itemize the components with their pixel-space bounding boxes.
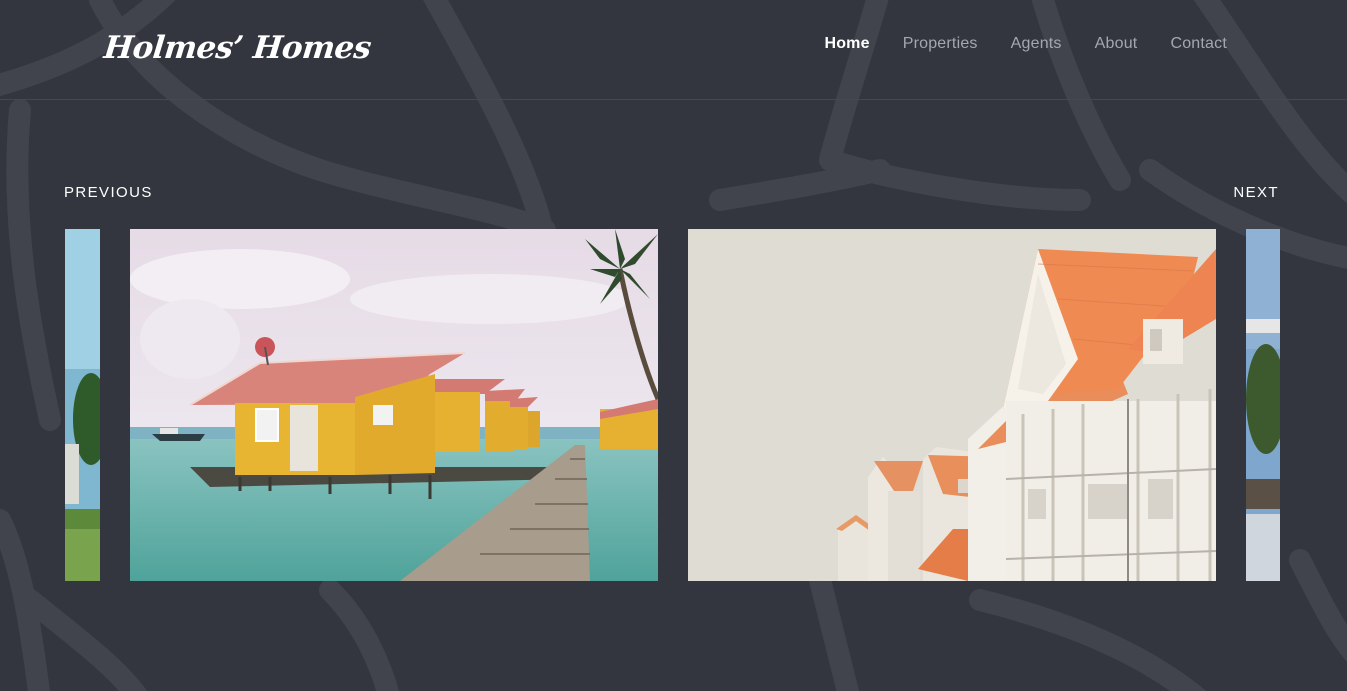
slide-townhouses[interactable] — [688, 229, 1216, 581]
next-button[interactable]: NEXT — [1233, 184, 1279, 201]
slide-partial-right-image — [1246, 229, 1280, 581]
slide-partial-right[interactable] — [1246, 229, 1280, 581]
stilt-houses-image — [130, 229, 658, 581]
slide-partial-left[interactable] — [65, 229, 100, 581]
logo[interactable]: Holmes’ Homes — [102, 30, 373, 66]
nav-about[interactable]: About — [1095, 35, 1138, 53]
townhouses-image — [688, 229, 1216, 581]
main-nav: Home Properties Agents About Contact — [824, 35, 1227, 53]
slide-partial-left-image — [65, 229, 100, 581]
nav-agents[interactable]: Agents — [1011, 35, 1062, 53]
nav-contact[interactable]: Contact — [1170, 35, 1227, 53]
slide-stilt-houses[interactable] — [130, 229, 658, 581]
previous-button[interactable]: PREVIOUS — [64, 184, 153, 201]
nav-home[interactable]: Home — [824, 35, 869, 53]
nav-properties[interactable]: Properties — [903, 35, 978, 53]
site-header: Holmes’ Homes Home Properties Agents Abo… — [0, 0, 1347, 100]
